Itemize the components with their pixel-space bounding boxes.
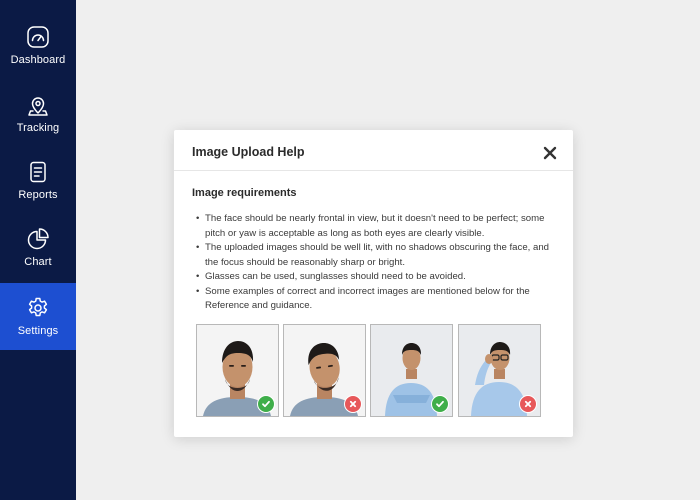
sidebar-item-reports[interactable]: Reports [0, 147, 76, 214]
sidebar-item-chart[interactable]: Chart [0, 214, 76, 281]
incorrect-badge [344, 395, 362, 413]
example-image-correct [370, 324, 453, 417]
list-item: The face should be nearly frontal in vie… [196, 212, 558, 241]
sidebar: Dashboard Tracking Reports Chart Setting… [0, 0, 76, 500]
list-item: Some examples of correct and incorrect i… [196, 285, 558, 314]
sidebar-item-label: Settings [17, 325, 59, 337]
cross-icon [349, 400, 357, 408]
example-image-incorrect [283, 324, 366, 417]
sidebar-item-dashboard[interactable]: Dashboard [0, 12, 76, 79]
incorrect-badge [519, 395, 537, 413]
requirements-list: The face should be nearly frontal in vie… [196, 212, 558, 314]
correct-badge [431, 395, 449, 413]
cross-icon [524, 400, 532, 408]
example-image-correct [196, 324, 279, 417]
sidebar-item-label: Reports [18, 189, 58, 201]
dashboard-icon [27, 26, 49, 48]
example-images [196, 324, 542, 417]
sidebar-item-tracking[interactable]: Tracking [0, 80, 76, 147]
report-icon [30, 161, 46, 183]
correct-badge [257, 395, 275, 413]
pie-chart-icon [27, 228, 49, 250]
dialog-header: Image Upload Help [174, 130, 573, 171]
check-icon [262, 400, 270, 408]
sidebar-item-settings[interactable]: Settings [0, 283, 76, 350]
list-item: Glasses can be used, sunglasses should n… [196, 270, 558, 285]
list-item: The uploaded images should be well lit, … [196, 241, 558, 270]
close-button[interactable] [540, 143, 560, 163]
sidebar-item-label: Tracking [16, 122, 60, 134]
gear-icon [28, 297, 48, 317]
close-icon [543, 146, 557, 160]
section-title: Image requirements [192, 187, 297, 199]
image-upload-help-dialog: Image Upload Help Image requirements The… [174, 130, 573, 437]
sidebar-item-label: Dashboard [10, 54, 66, 66]
sidebar-item-label: Chart [24, 256, 52, 268]
dialog-title: Image Upload Help [192, 145, 305, 159]
example-image-incorrect [458, 324, 541, 417]
location-pin-icon [28, 97, 48, 116]
check-icon [436, 400, 444, 408]
